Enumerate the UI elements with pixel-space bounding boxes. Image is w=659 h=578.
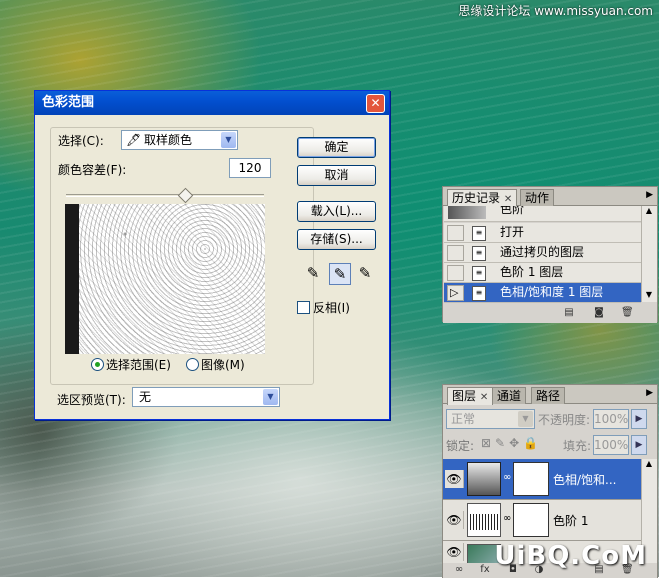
eyedropper-plus-icon[interactable]: ✎ [329,263,351,285]
radio-selection-label: 选择范围(E) [106,358,171,372]
invert-checkbox[interactable] [297,301,310,314]
close-button[interactable]: ✕ [366,94,385,113]
document-icon: ≡ [472,286,486,301]
selection-group: 选择(C): 🖋 取样颜色 ▼ 颜色容差(F): 120 选择范围(E) 图像(… [50,127,314,385]
history-footer: ▤ ◙ 🗑 [443,303,657,323]
watermark-logo: UiBQ.CoM [494,541,647,571]
fill-slider-arrow-icon[interactable]: ▶ [631,435,647,455]
load-button[interactable]: 载入(L)... [297,201,376,222]
close-icon: ✕ [370,96,381,110]
invert-label: 反相(I) [313,301,350,315]
scroll-down-icon[interactable]: ▼ [643,290,655,302]
preview-dropdown-value: 无 [139,390,152,404]
selection-preview[interactable] [65,204,265,354]
dialog-title-bar[interactable]: 色彩范围 ✕ [35,91,389,115]
layer-mask-thumbnail[interactable] [513,503,549,537]
document-icon: ≡ [472,246,486,261]
radio-image-label: 图像(M) [201,358,245,372]
select-dropdown-value: 取样颜色 [144,133,193,147]
lock-icons[interactable]: ⊠✎✥🔒 [481,436,542,450]
visibility-eye-icon[interactable]: 👁 [445,543,464,561]
link-icon[interactable]: ∞ [503,513,511,524]
fx-icon[interactable]: fx [479,564,491,576]
fill-input[interactable]: 100% [593,435,629,455]
color-range-dialog: 色彩范围 ✕ 选择(C): 🖋 取样颜色 ▼ 颜色容差(F): 120 选择范围… [34,90,390,420]
visibility-eye-icon[interactable]: 👁 [445,470,464,488]
radio-selection[interactable] [91,358,104,371]
lock-label: 锁定: [446,439,475,453]
document-icon: ≡ [472,226,486,241]
fuzziness-slider[interactable] [66,187,264,204]
chevron-down-icon: ▼ [221,132,236,148]
panel-menu-icon[interactable]: ▶ [646,190,653,200]
select-label: 选择(C): [58,134,104,148]
history-state-arrow-icon: ▷ [450,286,459,299]
close-icon[interactable]: ✕ [480,392,488,403]
fuzziness-input[interactable]: 120 [229,158,271,178]
layer-mask-thumbnail[interactable] [513,462,549,496]
new-document-from-state-icon[interactable]: ▤ [563,307,575,319]
tab-paths[interactable]: 路径 [531,387,566,404]
link-layers-icon[interactable]: ∞ [453,564,465,576]
document-icon: ≡ [472,266,486,281]
save-button[interactable]: 存储(S)... [297,229,376,250]
adjustment-levels-icon [467,503,501,537]
select-dropdown[interactable]: 🖋 取样颜色 ▼ [121,130,238,150]
adjustment-hue-icon [467,462,501,496]
history-item-hue-sat[interactable]: ▷ ≡ 色相/饱和度 1 图层 [444,283,641,303]
history-item-partial[interactable]: 色阶 [444,206,641,222]
preview-label: 选区预览(T): [57,393,126,407]
tab-layers[interactable]: 图层 ✕ [447,387,494,405]
chevron-down-icon: ▼ [518,411,533,427]
history-panel: 历史记录 ✕ 动作 ▶ 色阶 ≡ 打开 ≡ 通过拷贝的图层 ≡ 色阶 1 图层 … [442,186,658,323]
scroll-up-icon[interactable]: ▲ [643,206,655,218]
layer-row-levels[interactable]: 👁 ∞ 色阶 1 [443,500,641,541]
tab-history[interactable]: 历史记录 ✕ [447,189,518,207]
opacity-slider-arrow-icon[interactable]: ▶ [631,409,647,429]
trash-icon[interactable]: 🗑 [621,307,634,319]
eyedropper-small-icon: 🖋 [126,133,142,147]
close-icon[interactable]: ✕ [504,194,512,205]
history-brush-source[interactable]: ▷ [447,285,464,301]
dialog-title: 色彩范围 [42,95,95,110]
history-item-copy-layer[interactable]: ≡ 通过拷贝的图层 [444,243,641,263]
panel-menu-icon[interactable]: ▶ [646,388,653,398]
eyedropper-minus-icon[interactable]: ✎ [355,263,375,283]
fill-label: 填充: [563,439,592,453]
cancel-button[interactable]: 取消 [297,165,376,186]
snapshot-thumbnail [448,206,486,219]
radio-image[interactable] [186,358,199,371]
snapshot-camera-icon[interactable]: ◙ [593,307,605,319]
watermark-top: 思缘设计论坛 www.missyuan.com [458,4,653,18]
slider-thumb[interactable] [177,187,194,204]
fuzziness-label: 颜色容差(F): [58,163,127,177]
scroll-up-icon[interactable]: ▲ [643,459,655,471]
ok-button[interactable]: 确定 [297,137,376,158]
tab-actions[interactable]: 动作 [520,189,555,206]
chevron-down-icon: ▼ [263,389,278,405]
tab-channels[interactable]: 通道 [492,387,527,404]
visibility-eye-icon[interactable]: 👁 [445,511,464,529]
preview-dropdown[interactable]: 无 ▼ [132,387,280,407]
link-icon[interactable]: ∞ [503,472,511,483]
history-item-open[interactable]: ≡ 打开 [444,223,641,243]
history-scrollbar[interactable]: ▲ ▼ [641,206,657,302]
blend-mode-dropdown[interactable]: 正常 ▼ [446,409,535,429]
layer-row-hue-sat[interactable]: 👁 ∞ 色相/饱和... [443,459,641,500]
eyedropper-icon[interactable]: ✎ [303,263,323,283]
opacity-label: 不透明度: [538,413,591,427]
history-item-levels[interactable]: ≡ 色阶 1 图层 [444,263,641,283]
opacity-input[interactable]: 100% [593,409,629,429]
